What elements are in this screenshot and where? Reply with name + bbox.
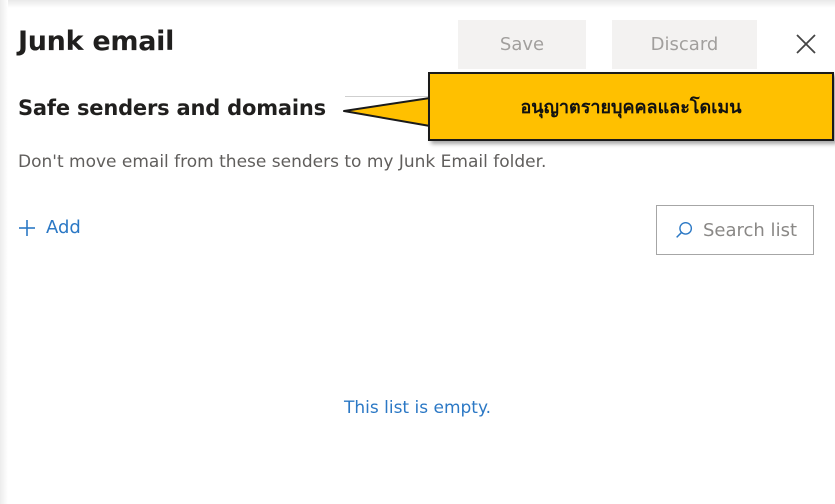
panel-top-shadow — [0, 0, 835, 8]
close-icon — [796, 34, 816, 54]
close-button[interactable] — [790, 28, 822, 60]
plus-icon — [19, 219, 35, 236]
add-button[interactable]: Add — [18, 217, 81, 238]
add-label: Add — [46, 217, 81, 238]
section-description: Don't move email from these senders to m… — [18, 152, 547, 172]
empty-list-message: This list is empty. — [343, 398, 491, 418]
save-button[interactable]: Save — [458, 20, 586, 69]
section-divider — [345, 96, 430, 97]
discard-button[interactable]: Discard — [612, 20, 757, 69]
callout-text: อนุญาตรายบุคคลและโดเมน — [520, 97, 742, 118]
junk-email-settings-panel: Junk email Save Discard Safe senders and… — [0, 0, 835, 504]
page-title: Junk email — [18, 26, 175, 57]
search-icon — [676, 221, 693, 238]
section-title: Safe senders and domains — [18, 96, 326, 120]
annotation-callout: อนุญาตรายบุคคลและโดเมน — [428, 72, 834, 141]
search-box[interactable] — [656, 205, 814, 255]
panel-left-shadow — [0, 0, 8, 504]
search-input[interactable] — [703, 219, 813, 241]
